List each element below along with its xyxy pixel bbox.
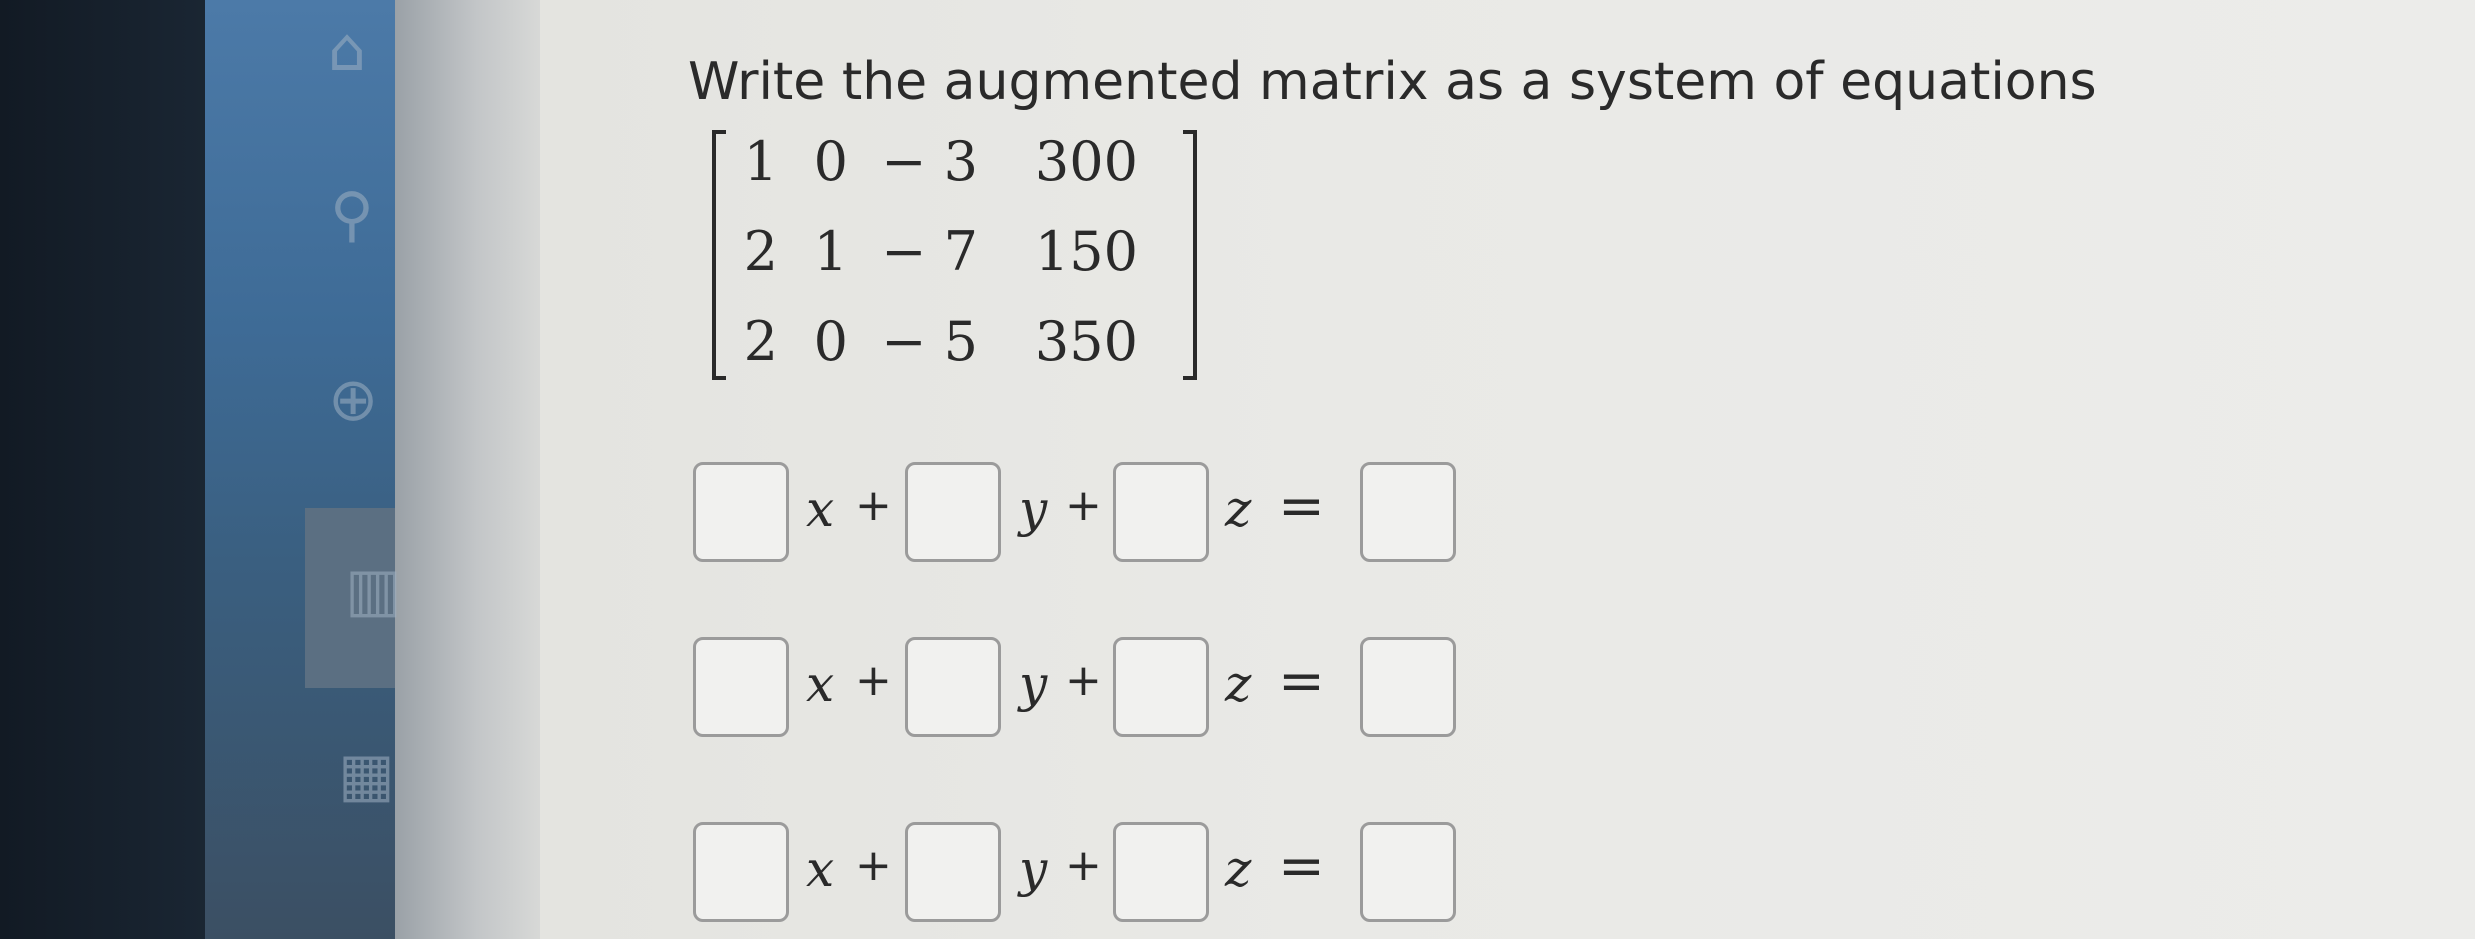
z-coefficient-input[interactable] xyxy=(1113,462,1209,562)
matrix-cell: 2 xyxy=(743,310,778,373)
book-icon[interactable]: ▥ xyxy=(345,560,402,620)
y-coefficient-input[interactable] xyxy=(905,822,1001,922)
plus-sign: + xyxy=(1065,840,1102,891)
x-variable: x xyxy=(806,655,835,713)
plus-sign: + xyxy=(1065,480,1102,531)
matrix-cell: − 7 xyxy=(881,220,978,283)
equals-sign: = xyxy=(1278,474,1325,539)
plus-sign: + xyxy=(855,840,892,891)
matrix-cell: − 5 xyxy=(881,310,978,373)
z-variable: z xyxy=(1225,655,1252,713)
rhs-constant-input[interactable] xyxy=(1360,462,1456,562)
y-coefficient-input[interactable] xyxy=(905,637,1001,737)
matrix-cell: 0 xyxy=(813,130,848,193)
matrix-cell: 150 xyxy=(1034,220,1138,283)
rhs-constant-input[interactable] xyxy=(1360,822,1456,922)
z-variable: z xyxy=(1225,840,1252,898)
plus-sign: + xyxy=(855,480,892,531)
plus-sign: + xyxy=(855,655,892,706)
x-coefficient-input[interactable] xyxy=(693,822,789,922)
x-variable: x xyxy=(806,840,835,898)
equation-row-3: x + y + z = xyxy=(693,822,1473,932)
matrix-cell: 1 xyxy=(813,220,848,283)
y-coefficient-input[interactable] xyxy=(905,462,1001,562)
y-variable: y xyxy=(1019,840,1048,898)
equation-row-1: x + y + z = xyxy=(693,462,1473,572)
calculator-icon[interactable]: ▦ xyxy=(338,745,395,805)
bank-icon[interactable]: ⌂ xyxy=(328,20,366,80)
y-variable: y xyxy=(1019,480,1048,538)
z-coefficient-input[interactable] xyxy=(1113,637,1209,737)
plus-sign: + xyxy=(1065,655,1102,706)
matrix-cell: 0 xyxy=(813,310,848,373)
matrix-cell: 1 xyxy=(743,130,778,193)
matrix-left-bracket xyxy=(712,130,726,380)
augmented-matrix: 1 0 − 3 300 2 1 − 7 150 2 0 − 5 350 xyxy=(712,130,1197,380)
matrix-right-bracket xyxy=(1183,130,1197,380)
question-prompt: Write the augmented matrix as a system o… xyxy=(688,52,2097,112)
matrix-cell: − 3 xyxy=(881,130,978,193)
equation-row-2: x + y + z = xyxy=(693,637,1473,747)
rhs-constant-input[interactable] xyxy=(1360,637,1456,737)
x-variable: x xyxy=(806,480,835,538)
equals-sign: = xyxy=(1278,834,1325,899)
x-coefficient-input[interactable] xyxy=(693,462,789,562)
z-coefficient-input[interactable] xyxy=(1113,822,1209,922)
x-coefficient-input[interactable] xyxy=(693,637,789,737)
equals-sign: = xyxy=(1278,649,1325,714)
z-variable: z xyxy=(1225,480,1252,538)
y-variable: y xyxy=(1019,655,1048,713)
sidebar-edge xyxy=(395,0,545,939)
matrix-cell: 2 xyxy=(743,220,778,283)
globe-icon[interactable]: ⊕ xyxy=(328,370,378,430)
matrix-cell: 350 xyxy=(1034,310,1138,373)
matrix-cell: 300 xyxy=(1034,130,1138,193)
search-icon[interactable]: ⚲ xyxy=(330,185,374,245)
